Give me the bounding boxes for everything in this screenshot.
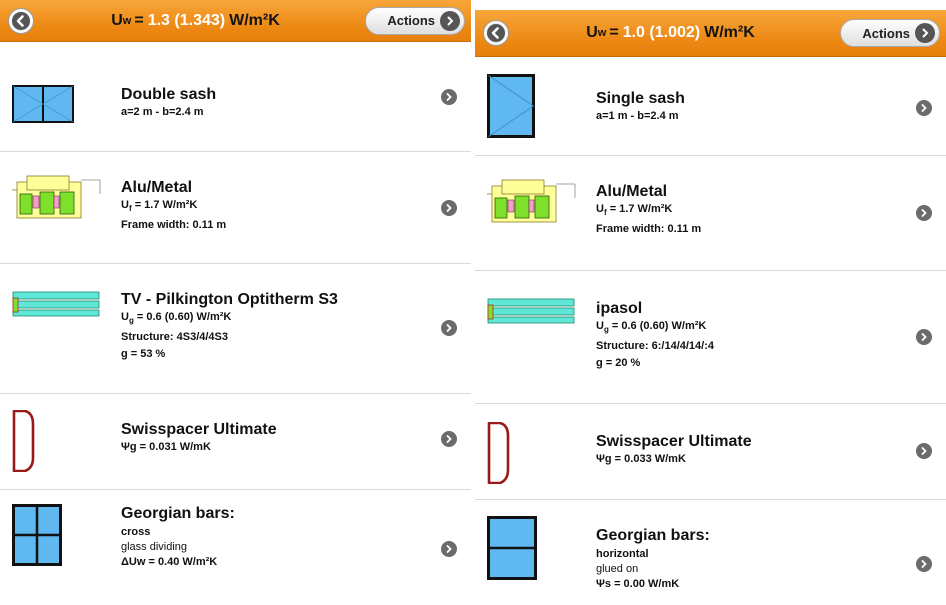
uw-subscript: w: [122, 14, 132, 27]
item-title: Georgian bars:: [121, 505, 235, 522]
item-detail: Ψs = 0.00 W/mK: [596, 578, 680, 590]
item-title: Single sash: [596, 90, 685, 107]
list-item-sash[interactable]: Single sash a=1 m - b=2.4 m: [475, 57, 946, 156]
chevron-right-icon[interactable]: [441, 431, 457, 447]
u-symbol: U: [121, 199, 129, 211]
glazing-icon: [487, 297, 575, 325]
item-detail: Structure: 4S3/4/4S3: [121, 331, 228, 344]
u-subscript: f: [128, 204, 132, 214]
u-subscript: g: [128, 316, 134, 326]
list-item-glazing[interactable]: TV - Pilkington Optitherm S3 Ug = 0.6 (0…: [0, 264, 471, 394]
header-bar: Uw = 1.0 (1.002) W/m²K Actions: [475, 10, 946, 57]
item-u-value: Ug = 0.6 (0.60) W/m²K: [596, 318, 896, 338]
uw-symbol: U: [111, 11, 123, 29]
u-symbol: U: [121, 311, 129, 323]
single-sash-icon: [487, 74, 535, 138]
spacer-icon: [12, 410, 35, 472]
item-title: Swisspacer Ultimate: [596, 433, 752, 450]
actions-button[interactable]: Actions: [365, 6, 465, 35]
list-item-frame[interactable]: Alu/Metal Uf = 1.7 W/m²K Frame width: 0.…: [0, 152, 471, 264]
list-item-georgian-bars[interactable]: Georgian bars: horizontal glued on Ψs = …: [475, 500, 946, 605]
header-bar: Uw = 1.3 (1.343) W/m²K Actions: [0, 0, 471, 42]
uw-value: 1.3 (1.343): [147, 11, 226, 29]
u-value: = 0.6 (0.60) W/m²K: [611, 320, 707, 332]
uw-value: 1.0 (1.002): [622, 24, 701, 41]
uw-equals: =: [609, 24, 619, 41]
item-detail: Ψg = 0.033 W/mK: [596, 453, 686, 465]
chevron-right-icon[interactable]: [916, 443, 932, 459]
chevron-right-icon: [915, 23, 935, 43]
list-item-spacer[interactable]: Swisspacer Ultimate Ψg = 0.033 W/mK: [475, 404, 946, 500]
item-detail: g = 20 %: [596, 357, 641, 370]
glazing-icon: [12, 290, 100, 318]
item-detail: cross: [121, 526, 151, 538]
item-detail: g = 53 %: [121, 348, 166, 361]
chevron-right-icon[interactable]: [441, 541, 457, 557]
georgian-cross-icon: [12, 504, 62, 566]
u-subscript: f: [603, 208, 607, 218]
spacer-icon: [487, 422, 510, 484]
frame-profile-icon: [12, 175, 101, 219]
item-detail: Ψg = 0.031 W/mK: [121, 441, 211, 453]
item-title: TV - Pilkington Optitherm S3: [121, 291, 338, 308]
item-detail: Frame width: 0.11 m: [596, 223, 702, 236]
chevron-right-icon[interactable]: [916, 556, 932, 572]
item-detail: Structure: 6:/14/4/14/:4: [596, 340, 714, 353]
uw-equals: =: [134, 11, 144, 29]
item-detail: a=1 m - b=2.4 m: [596, 110, 679, 122]
item-title: Alu/Metal: [121, 179, 193, 196]
back-button[interactable]: [483, 20, 509, 46]
item-title: Double sash: [121, 86, 217, 103]
chevron-right-icon[interactable]: [441, 89, 457, 105]
actions-label: Actions: [387, 13, 435, 28]
list-item-spacer[interactable]: Swisspacer Ultimate Ψg = 0.031 W/mK: [0, 394, 471, 490]
item-title: Swisspacer Ultimate: [121, 421, 277, 438]
back-icon: [12, 11, 30, 30]
item-title: Alu/Metal: [596, 183, 668, 200]
item-u-value: Uf = 1.7 W/m²K: [596, 201, 896, 221]
frame-profile-icon: [487, 179, 576, 223]
list-item-georgian-bars[interactable]: Georgian bars: cross glass dividing ΔUw …: [0, 490, 471, 605]
list-item-sash[interactable]: Double sash a=2 m - b=2.4 m: [0, 42, 471, 152]
chevron-right-icon: [440, 10, 460, 31]
left-configuration-panel: Uw = 1.3 (1.343) W/m²K Actions Double sa…: [0, 0, 471, 605]
list-item-frame[interactable]: Alu/Metal Uf = 1.7 W/m²K Frame width: 0.…: [475, 156, 946, 271]
item-detail: glued on: [596, 563, 639, 575]
item-detail: horizontal: [596, 548, 649, 560]
item-detail: a=2 m - b=2.4 m: [121, 106, 204, 118]
chevron-right-icon[interactable]: [916, 329, 932, 345]
item-title: Georgian bars:: [596, 527, 710, 544]
item-detail: ΔUw = 0.40 W/m²K: [121, 556, 218, 568]
uw-title: Uw = 1.3 (1.343) W/m²K: [40, 0, 351, 41]
uw-unit: W/m²K: [229, 11, 280, 29]
item-u-value: Uf = 1.7 W/m²K: [121, 197, 421, 217]
chevron-right-icon[interactable]: [916, 100, 932, 116]
item-detail: glass dividing: [121, 541, 188, 553]
uw-subscript: w: [597, 27, 607, 39]
u-subscript: g: [603, 325, 609, 335]
uw-symbol: U: [586, 24, 598, 41]
right-configuration-panel: Uw = 1.0 (1.002) W/m²K Actions Single sa…: [475, 0, 946, 605]
chevron-right-icon[interactable]: [441, 200, 457, 216]
u-symbol: U: [596, 203, 604, 215]
u-value: = 1.7 W/m²K: [609, 203, 673, 215]
actions-label: Actions: [862, 25, 910, 41]
u-value: = 0.6 (0.60) W/m²K: [136, 311, 232, 323]
u-value: = 1.7 W/m²K: [134, 199, 198, 211]
u-symbol: U: [596, 320, 604, 332]
list-item-glazing[interactable]: ipasol Ug = 0.6 (0.60) W/m²K Structure: …: [475, 271, 946, 404]
double-sash-icon: [12, 85, 74, 123]
chevron-right-icon[interactable]: [916, 205, 932, 221]
actions-button[interactable]: Actions: [840, 19, 940, 47]
item-title: ipasol: [596, 300, 643, 317]
georgian-horizontal-icon: [487, 516, 537, 580]
back-icon: [487, 24, 505, 42]
back-button[interactable]: [8, 7, 34, 34]
chevron-right-icon[interactable]: [441, 320, 457, 336]
uw-title: Uw = 1.0 (1.002) W/m²K: [515, 10, 826, 56]
item-u-value: Ug = 0.6 (0.60) W/m²K: [121, 309, 421, 329]
item-detail: Frame width: 0.11 m: [121, 219, 227, 232]
uw-unit: W/m²K: [704, 24, 755, 41]
